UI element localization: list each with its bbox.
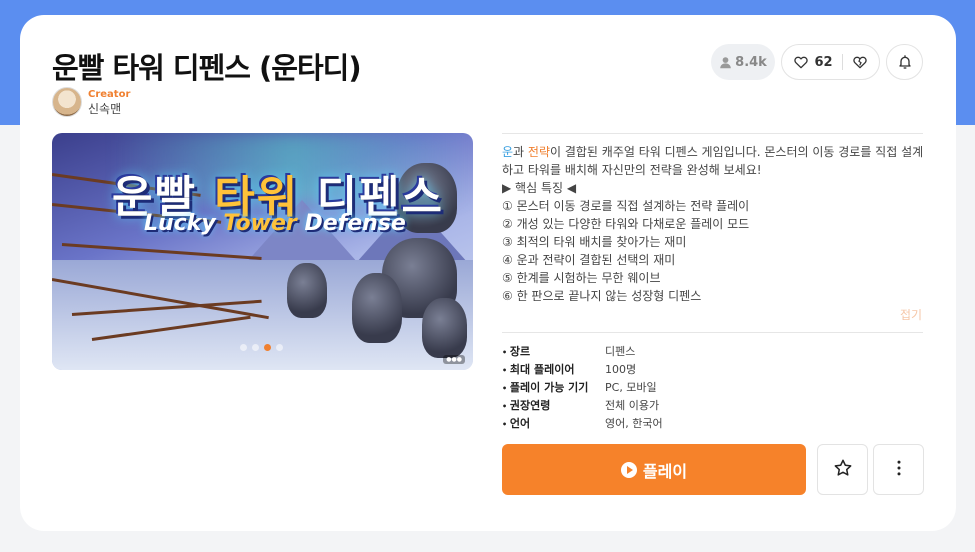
heart-icon[interactable] [793, 54, 809, 70]
broken-heart-icon[interactable] [852, 54, 868, 70]
carousel-indicators [240, 344, 283, 351]
favorite-button[interactable] [817, 444, 868, 495]
creator-info[interactable]: Creator 신속맨 [52, 87, 130, 117]
divider [841, 54, 843, 70]
description-intro: 운과 전략이 결합된 캐주얼 타워 디펜스 게임입니다. 몬스터의 이동 경로를… [502, 145, 924, 177]
info-key: 장르 [502, 343, 605, 361]
feature-item: ④ 운과 전략이 결합된 선택의 재미 [502, 253, 676, 267]
info-value: 영어, 한국어 [605, 417, 663, 430]
feature-item: ③ 최적의 타워 배치를 찾아가는 재미 [502, 235, 687, 249]
info-key: 최대 플레이어 [502, 361, 605, 379]
carousel-dot[interactable] [276, 344, 283, 351]
game-info-list: 장르 디펜스 최대 플레이어 100명 플레이 가능 기기 PC, 모바일 권장… [502, 343, 663, 433]
info-value: PC, 모바일 [605, 381, 657, 394]
view-count: 8.4k [735, 54, 767, 70]
game-title: 운빨 타워 디펜스 (운타디) [52, 51, 362, 85]
game-banner-carousel[interactable]: 운빨 타워 디펜스 Lucky Tower Defense ●●● [52, 133, 473, 370]
notification-button[interactable] [886, 44, 923, 80]
like-count: 62 [814, 54, 833, 70]
info-key: 플레이 가능 기기 [502, 379, 605, 397]
info-row: 플레이 가능 기기 PC, 모바일 [502, 379, 663, 397]
divider [502, 133, 923, 134]
feature-item: ② 개성 있는 다양한 타워와 다채로운 플레이 모드 [502, 217, 750, 231]
info-key: 권장연령 [502, 397, 605, 415]
game-detail-card: 운빨 타워 디펜스 (운타디) Creator 신속맨 8.4k 62 운빨 타… [20, 15, 956, 531]
banner-watermark: ●●● [443, 355, 465, 364]
info-value: 디펜스 [605, 345, 636, 358]
carousel-dot[interactable] [240, 344, 247, 351]
creator-name[interactable]: 신속맨 [88, 102, 130, 116]
creator-role-label: Creator [88, 89, 131, 100]
info-value: 100명 [605, 363, 637, 376]
info-key: 언어 [502, 415, 605, 433]
play-icon [620, 461, 637, 478]
carousel-dot[interactable] [252, 344, 259, 351]
feature-item: ⑤ 한계를 시험하는 무한 웨이브 [502, 271, 661, 285]
info-row: 최대 플레이어 100명 [502, 361, 663, 379]
feature-item: ① 몬스터 이동 경로를 직접 설계하는 전략 플레이 [502, 199, 750, 213]
divider [502, 332, 923, 333]
fold-toggle[interactable]: 접기 [900, 306, 922, 323]
info-row: 장르 디펜스 [502, 343, 663, 361]
more-vertical-icon [889, 458, 909, 482]
feature-item: ⑥ 한 판으로 끝나지 않는 성장형 디펜스 [502, 289, 702, 303]
info-row: 언어 영어, 한국어 [502, 415, 663, 433]
features-title: ▶ 핵심 특징 ◀ [502, 181, 577, 195]
bell-icon [897, 54, 913, 70]
creator-avatar[interactable] [52, 87, 82, 117]
view-count-badge: 8.4k [711, 44, 775, 80]
play-button[interactable]: 플레이 [502, 444, 806, 495]
game-description: 운과 전략이 결합된 캐주얼 타워 디펜스 게임입니다. 몬스터의 이동 경로를… [502, 143, 927, 305]
star-icon [833, 458, 853, 482]
info-row: 권장연령 전체 이용가 [502, 397, 663, 415]
user-icon [719, 56, 732, 69]
play-button-label: 플레이 [642, 461, 688, 481]
more-options-button[interactable] [873, 444, 924, 495]
carousel-dot-active[interactable] [264, 344, 271, 351]
like-dislike-group: 62 [781, 44, 880, 80]
info-value: 전체 이용가 [605, 399, 660, 412]
game-logo-english: Lucky Tower Defense [144, 211, 406, 236]
